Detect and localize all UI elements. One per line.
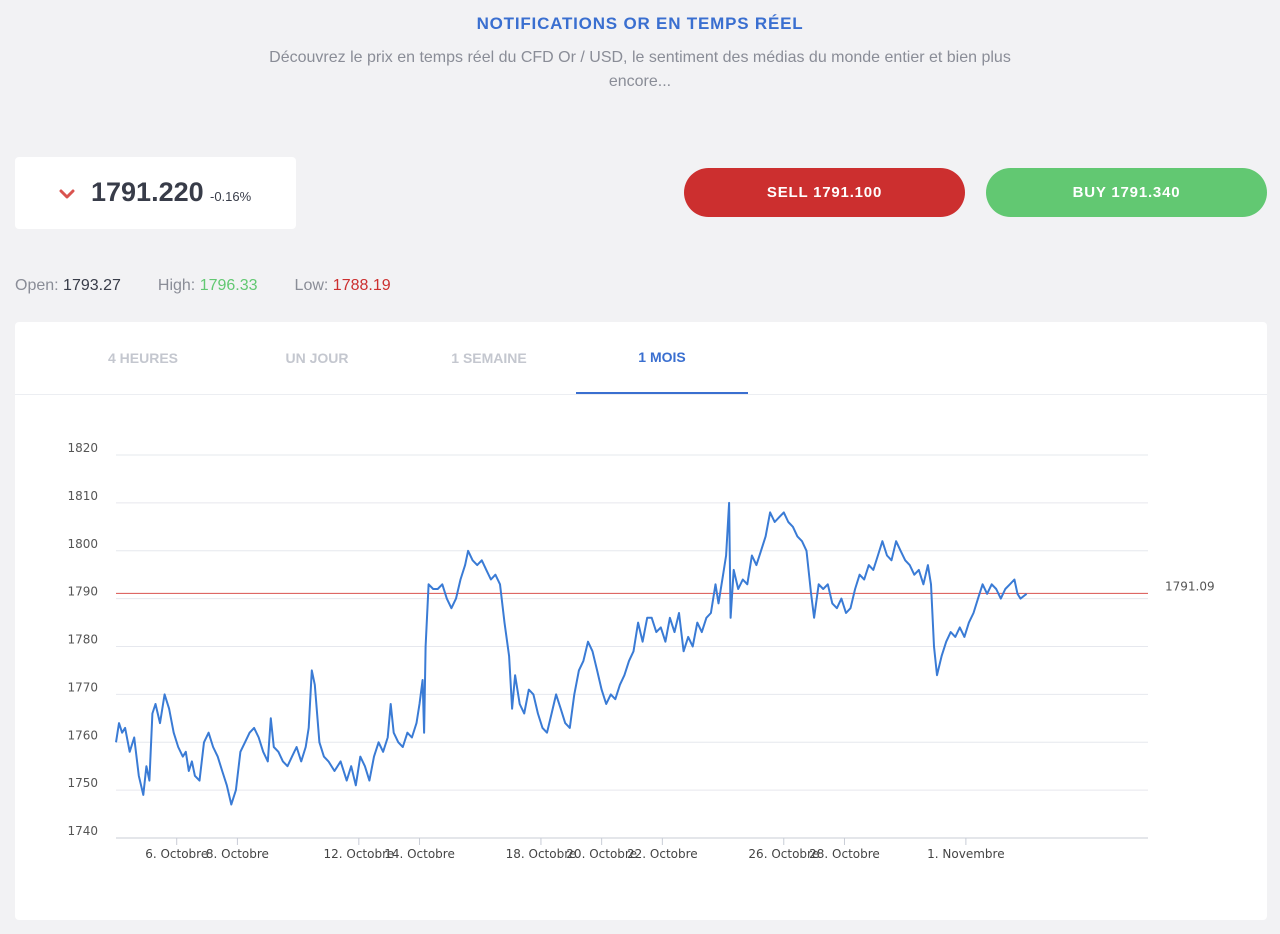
stat-open-label: Open: (15, 277, 59, 294)
x-tick-label: 14. Octobre (384, 847, 455, 861)
y-tick-label: 1820 (67, 441, 98, 455)
sell-button[interactable]: SELL 1791.100 (684, 168, 965, 217)
x-tick-label: 22. Octobre (627, 847, 698, 861)
stat-open-value: 1793.27 (63, 277, 121, 294)
price-series-line (115, 501, 1028, 806)
buy-button[interactable]: BUY 1791.340 (986, 168, 1267, 217)
stat-open: Open: 1793.27 (15, 277, 121, 295)
chevron-down-icon (59, 189, 75, 199)
x-tick-label: 1. Novembre (927, 847, 1004, 861)
page-subtitle: Découvrez le prix en temps réel du CFD O… (269, 49, 1011, 90)
y-tick-label: 1760 (67, 728, 98, 742)
y-tick-label: 1750 (67, 776, 98, 790)
price-chart[interactable]: 1740 1750 1760 1770 1780 1790 1800 1810 1820 6. O… (15, 322, 1267, 920)
price-stats: Open: 1793.27 High: 1796.33 Low: 1788.19 (15, 277, 428, 295)
stat-low-value: 1788.19 (332, 277, 391, 294)
y-tick-label: 1790 (67, 585, 98, 599)
x-tick-label: 8. Octobre (206, 847, 269, 861)
chart-card: 4 HEURES UN JOUR 1 SEMAINE 1 MOIS 1740 17… (15, 322, 1267, 920)
current-price: 1791.220 (91, 177, 204, 207)
stat-high-value: 1796.33 (199, 277, 258, 294)
x-tick-label: 28. Octobre (809, 847, 880, 861)
page-title: NOTIFICATIONS OR EN TEMPS RÉEL (476, 14, 804, 33)
x-tick-label: 6. Octobre (145, 847, 208, 861)
y-tick-label: 1780 (67, 633, 98, 647)
reference-label: 1791.09 (1165, 579, 1215, 593)
stat-low-label: Low: (294, 277, 329, 294)
stat-high: High: 1796.33 (158, 277, 258, 295)
y-tick-label: 1740 (67, 824, 98, 838)
price-change: -0.16% (210, 189, 252, 204)
y-tick-label: 1810 (67, 489, 98, 503)
y-tick-label: 1800 (67, 537, 98, 551)
price-card: 1791.220 -0.16% (15, 157, 296, 229)
stat-high-label: High: (157, 277, 196, 294)
stat-low: Low: 1788.19 (295, 277, 391, 295)
y-tick-label: 1770 (67, 680, 98, 694)
